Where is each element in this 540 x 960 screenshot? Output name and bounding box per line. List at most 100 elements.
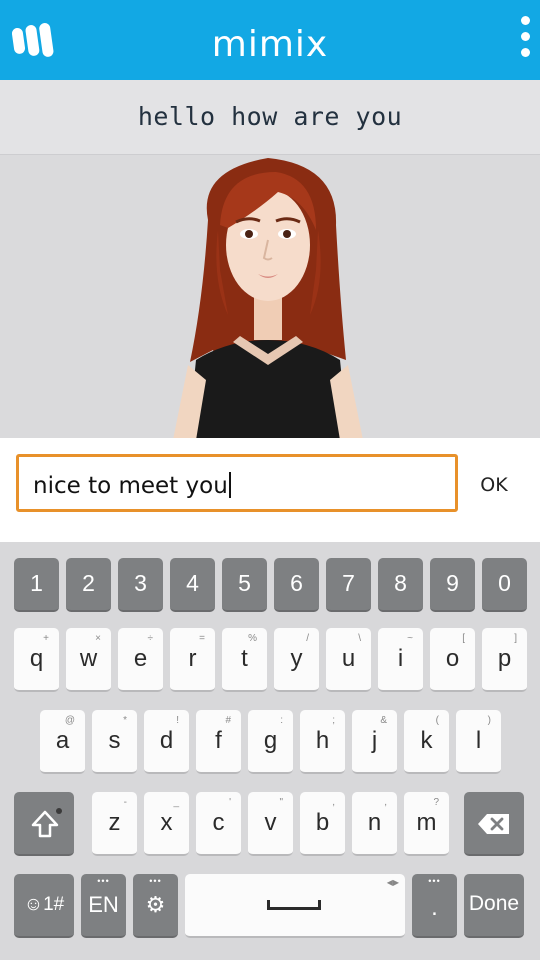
key-j[interactable]: & j bbox=[352, 710, 397, 774]
key-label: u bbox=[341, 645, 356, 672]
key-hint: _ bbox=[173, 797, 179, 808]
key-label: 4 bbox=[186, 570, 199, 596]
key-s[interactable]: * s bbox=[92, 710, 137, 774]
key-hint: = bbox=[199, 633, 205, 644]
key-label: 3 bbox=[134, 570, 147, 596]
space-key[interactable]: ◀▶ bbox=[185, 874, 405, 938]
key-label: w bbox=[79, 645, 98, 672]
key-c[interactable]: ' c bbox=[196, 792, 241, 856]
key-label: n bbox=[367, 809, 382, 836]
key-hint: ÷ bbox=[147, 633, 154, 644]
key-label: EN bbox=[88, 892, 119, 917]
ok-button[interactable]: OK bbox=[472, 474, 516, 496]
key-label: g bbox=[263, 727, 278, 754]
key-0[interactable]: 0 bbox=[482, 558, 527, 612]
key-l[interactable]: ) l bbox=[456, 710, 501, 774]
key-hint: ] bbox=[514, 633, 517, 644]
key-q[interactable]: + q bbox=[14, 628, 59, 692]
message-input-area: nice to meet you OK bbox=[0, 438, 540, 542]
backspace-key[interactable] bbox=[464, 792, 524, 856]
language-key[interactable]: ••• EN bbox=[81, 874, 126, 938]
key-label: 1 bbox=[30, 570, 43, 596]
key-v[interactable]: " v bbox=[248, 792, 293, 856]
key-3[interactable]: 3 bbox=[118, 558, 163, 612]
key-hint: ) bbox=[487, 715, 491, 726]
app-title: mimix bbox=[211, 24, 329, 65]
key-o[interactable]: [o bbox=[430, 628, 475, 692]
shift-key[interactable] bbox=[14, 792, 74, 856]
key-h[interactable]: ; h bbox=[300, 710, 345, 774]
key-f[interactable]: # f bbox=[196, 710, 241, 774]
key-6[interactable]: 6 bbox=[274, 558, 319, 612]
key-label: . bbox=[431, 894, 438, 921]
key-label: r bbox=[188, 645, 197, 672]
key-w[interactable]: × w bbox=[66, 628, 111, 692]
key-label: ☺1# bbox=[23, 894, 65, 915]
key-label: z bbox=[108, 809, 121, 836]
message-input-value: nice to meet you bbox=[33, 473, 228, 499]
shift-icon bbox=[31, 810, 59, 838]
key-hint: : bbox=[280, 715, 283, 726]
key-hint: # bbox=[225, 715, 231, 726]
key-hint: @ bbox=[64, 715, 75, 726]
backspace-icon bbox=[478, 814, 509, 834]
key-k[interactable]: (k bbox=[404, 710, 449, 774]
key-5[interactable]: 5 bbox=[222, 558, 267, 612]
key-hint: / bbox=[306, 633, 309, 644]
key-label: c bbox=[212, 809, 225, 836]
key-hint: " bbox=[279, 797, 283, 808]
key-label: v bbox=[264, 809, 277, 836]
key-label: i bbox=[397, 645, 404, 672]
key-d[interactable]: ! d bbox=[144, 710, 189, 774]
key-r[interactable]: = r bbox=[170, 628, 215, 692]
key-label: s bbox=[108, 727, 121, 754]
key-x[interactable]: _ x bbox=[144, 792, 189, 856]
key-z[interactable]: -z bbox=[92, 792, 137, 856]
key-8[interactable]: 8 bbox=[378, 558, 423, 612]
key-7[interactable]: 7 bbox=[326, 558, 371, 612]
settings-key[interactable]: ••• ⚙ bbox=[133, 874, 178, 938]
symbols-key[interactable]: ☺1# bbox=[14, 874, 74, 938]
key-label: k bbox=[420, 727, 433, 754]
key-label: m bbox=[416, 809, 437, 836]
key-hint: ~ bbox=[407, 633, 413, 644]
key-label: h bbox=[315, 727, 330, 754]
key-hint: - bbox=[123, 797, 127, 808]
key-label: 7 bbox=[342, 570, 355, 596]
overflow-menu-icon[interactable] bbox=[520, 16, 530, 64]
key-label: x bbox=[160, 809, 173, 836]
gear-icon: ⚙ bbox=[145, 892, 166, 917]
key-t[interactable]: % t bbox=[222, 628, 267, 692]
key-m[interactable]: ? m bbox=[404, 792, 449, 856]
key-label: f bbox=[215, 727, 222, 754]
done-key[interactable]: Done bbox=[464, 874, 524, 938]
key-hint: ( bbox=[435, 715, 439, 726]
space-bar-icon bbox=[267, 900, 321, 910]
key-a[interactable]: @ a bbox=[40, 710, 85, 774]
key-label: b bbox=[315, 809, 330, 836]
shift-indicator-icon bbox=[56, 808, 62, 814]
key-g[interactable]: :g bbox=[248, 710, 293, 774]
key-hint: ; bbox=[332, 715, 335, 726]
key-label: j bbox=[371, 727, 378, 754]
key-label: a bbox=[55, 727, 70, 754]
key-9[interactable]: 9 bbox=[430, 558, 475, 612]
more-dots-icon: ••• bbox=[428, 876, 441, 886]
key-label: y bbox=[290, 645, 303, 672]
key-2[interactable]: 2 bbox=[66, 558, 111, 612]
key-b[interactable]: ,b bbox=[300, 792, 345, 856]
key-u[interactable]: \ u bbox=[326, 628, 371, 692]
period-key[interactable]: ••• . bbox=[412, 874, 457, 938]
message-input[interactable]: nice to meet you bbox=[16, 454, 458, 512]
more-dots-icon: ••• bbox=[149, 876, 162, 886]
key-hint: & bbox=[380, 715, 387, 726]
key-p[interactable]: ] p bbox=[482, 628, 527, 692]
key-y[interactable]: / y bbox=[274, 628, 319, 692]
key-n[interactable]: ,n bbox=[352, 792, 397, 856]
key-hint: [ bbox=[462, 633, 465, 644]
soft-keyboard: 1 2 3 4 5 6 7 8 9 0 + q × w ÷ e = r % t / y \ u… bbox=[0, 542, 540, 960]
key-4[interactable]: 4 bbox=[170, 558, 215, 612]
key-e[interactable]: ÷ e bbox=[118, 628, 163, 692]
key-i[interactable]: ~ i bbox=[378, 628, 423, 692]
key-1[interactable]: 1 bbox=[14, 558, 59, 612]
